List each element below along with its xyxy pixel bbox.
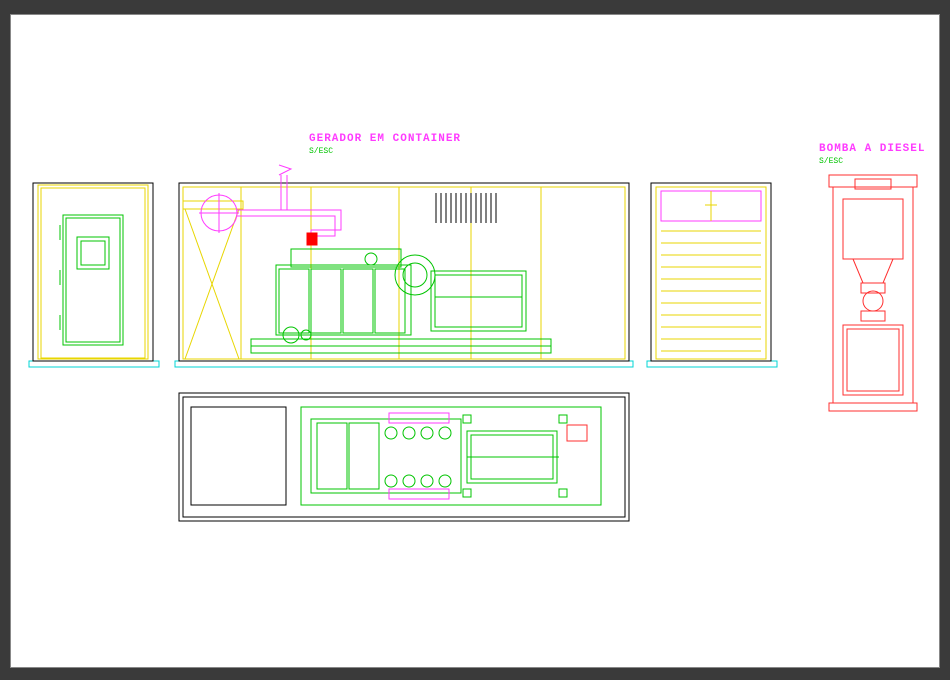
diesel-pump: [829, 175, 917, 411]
container-end-left: [29, 183, 159, 367]
drawing-canvas[interactable]: GERADOR EM CONTAINER S/ESC BOMBA A DIESE…: [10, 14, 940, 668]
container-plan-view: [179, 393, 629, 521]
container-side-elevation: [175, 165, 633, 367]
cad-drawing: [11, 15, 941, 669]
container-end-right: [647, 183, 777, 367]
